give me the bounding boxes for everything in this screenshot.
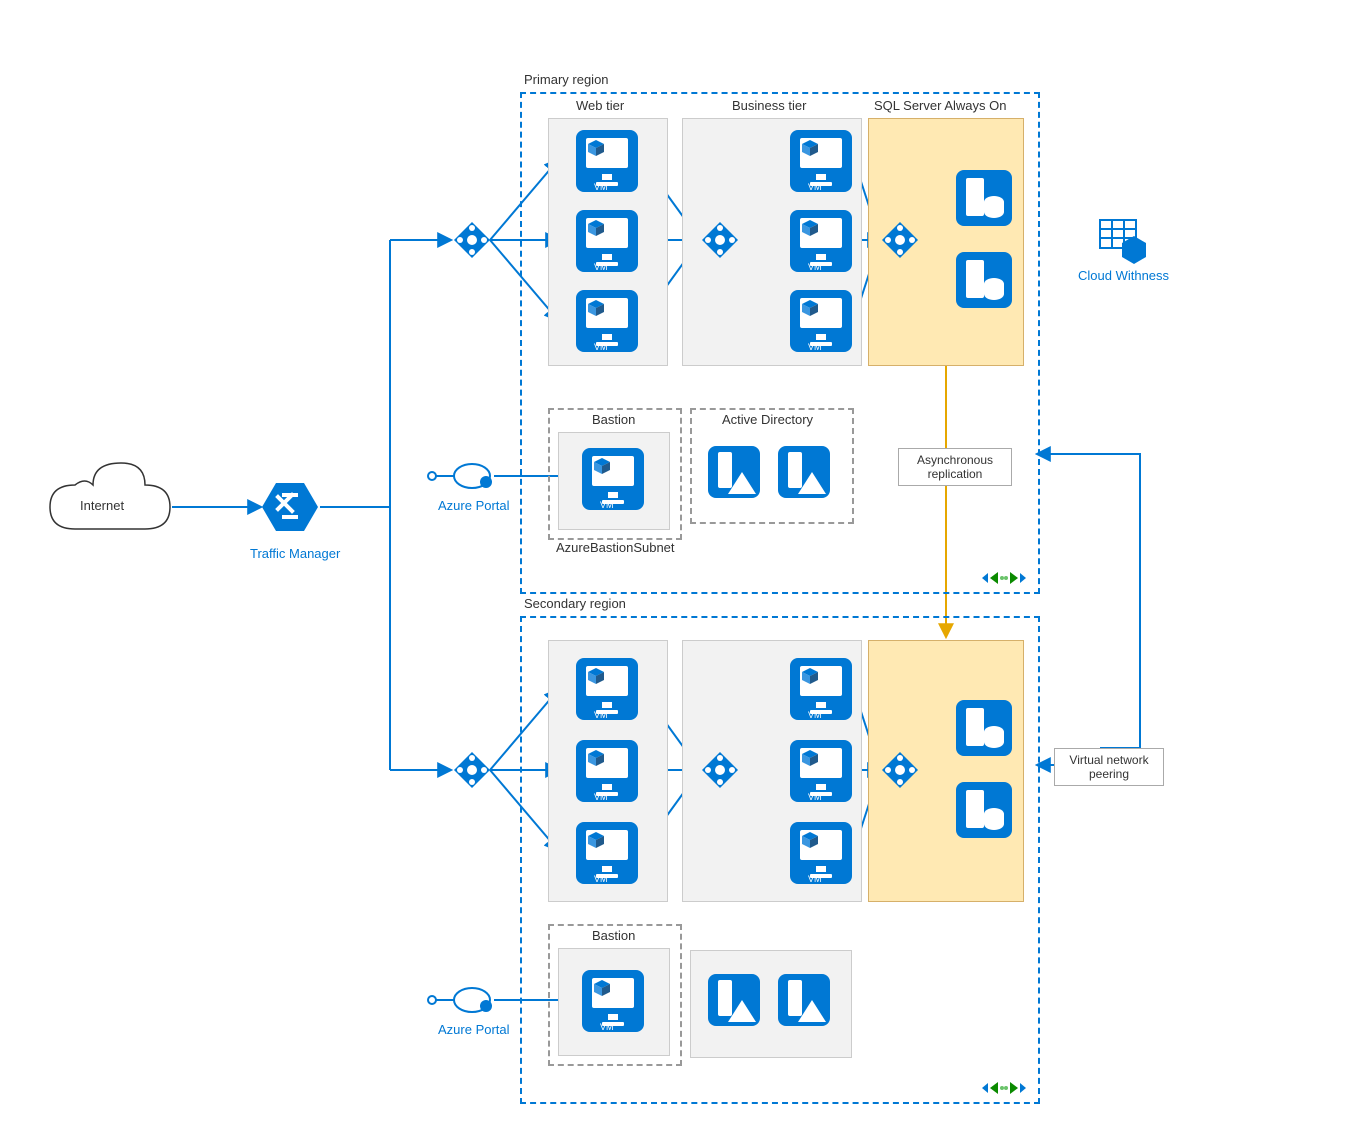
traffic-manager-label: Traffic Manager — [250, 546, 340, 561]
ad-label-primary: Active Directory — [722, 412, 813, 427]
vm-icon: VM — [790, 130, 852, 192]
sql-server-icon — [956, 700, 1012, 756]
sql-server-icon — [956, 170, 1012, 226]
traffic-manager-icon — [262, 483, 318, 531]
internet-label: Internet — [80, 498, 124, 513]
vm-icon: VM — [790, 290, 852, 352]
vm-icon: VM — [790, 658, 852, 720]
business-tier-label-primary: Business tier — [732, 98, 806, 113]
load-balancer-icon — [454, 222, 490, 258]
architecture-diagram: Internet Traffic Manager Azure Portal Az… — [0, 0, 1354, 1132]
load-balancer-icon — [882, 752, 918, 788]
vm-icon: VM — [576, 658, 638, 720]
ad-server-icon — [778, 974, 830, 1026]
vm-icon: VM — [576, 130, 638, 192]
secondary-region-label: Secondary region — [524, 596, 626, 611]
azure-portal-icon-primary — [454, 464, 492, 488]
cloud-witness-icon — [1100, 220, 1146, 264]
vnet-peering-label: Virtual network peering — [1054, 748, 1164, 786]
bastion-label-primary: Bastion — [592, 412, 635, 427]
sql-server-icon — [956, 252, 1012, 308]
load-balancer-icon — [702, 752, 738, 788]
azure-portal-label-secondary: Azure Portal — [438, 1022, 510, 1037]
azure-portal-label-primary: Azure Portal — [438, 498, 510, 513]
azure-portal-icon-secondary — [454, 988, 492, 1012]
bastion-label-secondary: Bastion — [592, 928, 635, 943]
bastion-subnet-label-primary: AzureBastionSubnet — [556, 540, 675, 555]
sql-server-icon — [956, 782, 1012, 838]
vm-icon: VM — [790, 210, 852, 272]
web-tier-label-primary: Web tier — [576, 98, 624, 113]
vm-icon: VM — [576, 210, 638, 272]
load-balancer-icon — [454, 752, 490, 788]
conn-peering-to-primary — [1038, 454, 1140, 748]
vm-icon: VM — [582, 448, 644, 510]
ad-server-icon — [778, 446, 830, 498]
primary-region-label: Primary region — [524, 72, 609, 87]
cloud-witness-label: Cloud Withness — [1078, 268, 1169, 283]
vm-icon: VM — [790, 822, 852, 884]
vm-icon: VM — [576, 290, 638, 352]
vm-icon: VM — [582, 970, 644, 1032]
ad-server-icon — [708, 446, 760, 498]
vm-icon: VM — [790, 740, 852, 802]
ad-server-icon — [708, 974, 760, 1026]
sql-label-primary: SQL Server Always On — [874, 98, 1006, 113]
vm-icon: VM — [576, 740, 638, 802]
vm-icon: VM — [576, 822, 638, 884]
load-balancer-icon — [702, 222, 738, 258]
internet-icon — [50, 463, 170, 529]
async-replication-label: Asynchronous replication — [898, 448, 1012, 486]
load-balancer-icon — [882, 222, 918, 258]
